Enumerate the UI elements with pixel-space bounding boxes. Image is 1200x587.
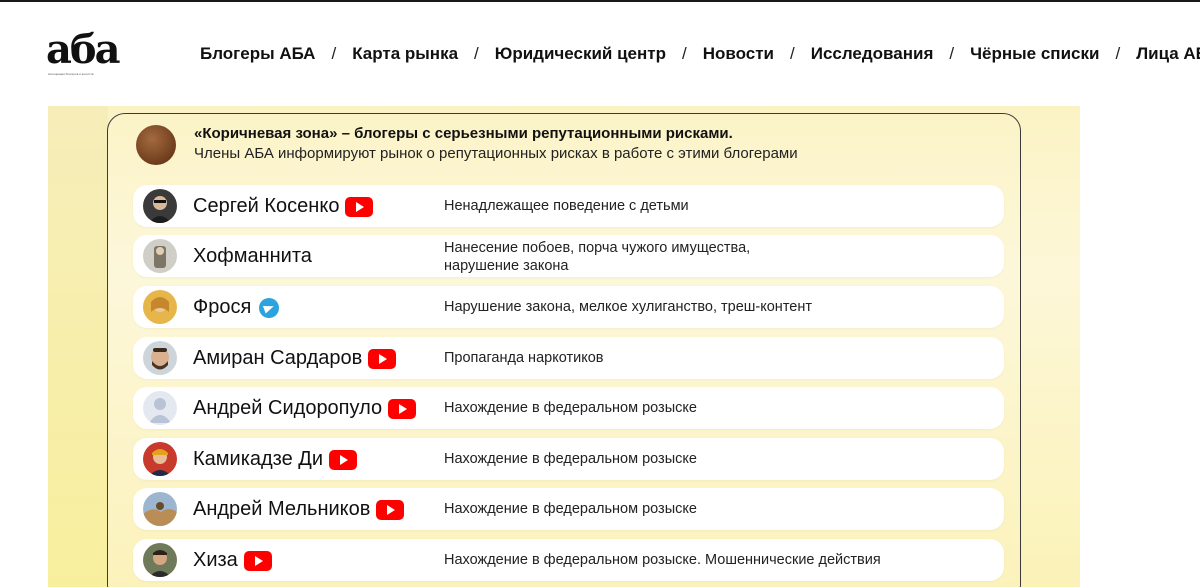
blogger-reason: Ненадлежащее поведение с детьми (444, 198, 689, 214)
avatar (143, 341, 177, 375)
nav-item-blacklists[interactable]: Чёрные списки (970, 44, 1099, 64)
site-header: аба Ассоциация блогеров и агентств Блоге… (0, 2, 1200, 102)
avatar (143, 189, 177, 223)
reason-line-2: нарушение закона (444, 258, 569, 274)
blogger-reason: Нахождение в федеральном розыске (444, 451, 697, 467)
blogger-row[interactable]: Фрося Нарушение закона, мелкое хулиганст… (133, 286, 1004, 328)
blogger-name: Амиран Сардаров (193, 347, 397, 370)
avatar (143, 543, 177, 577)
youtube-icon (388, 398, 417, 419)
blogger-reason: Нахождение в федеральном розыске. Мошенн… (444, 552, 881, 568)
blogger-name: Камикадзе Ди (193, 448, 358, 471)
telegram-icon (259, 297, 280, 318)
nav-separator: / (1115, 44, 1121, 63)
blogger-name: Хиза (193, 549, 272, 572)
blogger-row[interactable]: Хиза Нахождение в федеральном розыске. М… (133, 539, 1004, 581)
nav-separator: / (474, 44, 479, 63)
blogger-row[interactable]: Камикадзе Ди Нахождение в федеральном ро… (133, 438, 1004, 480)
aba-logo[interactable]: аба Ассоциация блогеров и агентств (46, 24, 121, 82)
reason-line-1: Нанесение побоев, порча чужого имущества… (444, 240, 751, 256)
zone-subtitle: Члены АБА информируют рынок о репутацион… (194, 145, 798, 162)
blogger-reason: Нахождение в федеральном розыске (444, 400, 697, 416)
avatar (143, 391, 177, 425)
logo-subtitle: Ассоциация блогеров и агентств (48, 72, 94, 76)
blogger-name-text: Фрося (193, 296, 252, 318)
blogger-name-text: Камикадзе Ди (193, 448, 324, 470)
nav-separator: / (681, 44, 687, 63)
blogger-row[interactable]: Амиран Сардаров Пропаганда наркотиков (133, 337, 1004, 379)
nav-separator: / (789, 44, 795, 63)
blogger-reason: Нахождение в федеральном розыске (444, 501, 697, 517)
blogger-reason: Нанесение побоев, порча чужого имущества… (444, 239, 750, 275)
youtube-icon (376, 499, 405, 520)
avatar (143, 290, 177, 324)
zone-title: «Коричневая зона» – блогеры с серьезными… (194, 125, 733, 142)
blogger-row[interactable]: Хофманнита Нанесение побоев, порча чужог… (133, 235, 1004, 277)
nav-item-faces[interactable]: Лица АБА (1136, 44, 1200, 64)
blogger-name: Андрей Мельников (193, 498, 405, 521)
main-nav: Блогеры АБА / Карта рынка / Юридический … (200, 42, 1200, 66)
nav-item-legal-center[interactable]: Юридический центр (495, 44, 666, 64)
blogger-name: Сергей Косенко (193, 195, 374, 218)
youtube-icon (329, 449, 358, 470)
nav-separator: / (949, 44, 955, 63)
blogger-name-text: Хофманнита (193, 245, 312, 267)
panel-side-strip (48, 106, 108, 587)
brown-zone-icon (136, 125, 176, 165)
blogger-name-text: Андрей Мельников (193, 498, 371, 520)
nav-separator: / (331, 44, 337, 63)
youtube-icon (243, 550, 272, 571)
blogger-name-text: Сергей Косенко (193, 195, 340, 217)
nav-item-bloggers[interactable]: Блогеры АБА (200, 44, 315, 64)
blogger-name-text: Хиза (193, 549, 238, 571)
blogger-row[interactable]: Сергей Косенко Ненадлежащее поведение с … (133, 185, 1004, 227)
blogger-name: Хофманнита (193, 245, 312, 268)
avatar (143, 239, 177, 273)
nav-item-market-map[interactable]: Карта рынка (352, 44, 458, 64)
logo-wordmark: аба (46, 26, 121, 73)
blogger-reason: Нарушение закона, мелкое хулиганство, тр… (444, 299, 813, 315)
avatar (143, 492, 177, 526)
blogger-name-text: Андрей Сидоропуло (193, 397, 383, 419)
youtube-icon (368, 348, 397, 369)
blogger-reason: Пропаганда наркотиков (444, 350, 604, 366)
blogger-row[interactable]: Андрей Мельников Нахождение в федерально… (133, 488, 1004, 530)
blogger-name: Фрося (193, 296, 280, 319)
blogger-name: Андрей Сидоропуло (193, 397, 417, 420)
avatar (143, 442, 177, 476)
blogger-name-text: Амиран Сардаров (193, 347, 363, 369)
nav-item-research[interactable]: Исследования (811, 44, 934, 64)
youtube-icon (345, 196, 374, 217)
blogger-row[interactable]: Андрей Сидоропуло Нахождение в федеральн… (133, 387, 1004, 429)
nav-item-news[interactable]: Новости (703, 44, 774, 64)
